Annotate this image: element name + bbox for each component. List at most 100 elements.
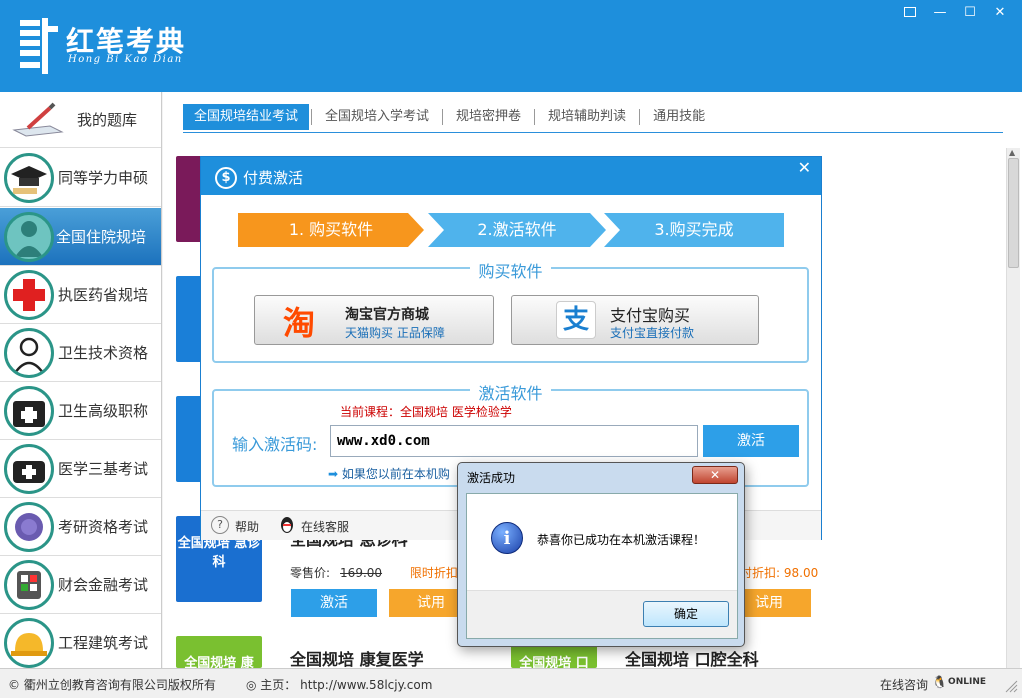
- sidebar-item-health-tech[interactable]: 卫生技术资格: [0, 324, 161, 382]
- sidebar-item-label: 卫生高级职称: [58, 402, 149, 420]
- scroll-thumb[interactable]: [1008, 158, 1019, 268]
- tab-secret-papers[interactable]: 规培密押卷: [445, 104, 532, 130]
- qq-penguin-icon: [281, 517, 293, 533]
- tab-auxiliary-reading[interactable]: 规培辅助判读: [537, 104, 637, 130]
- hint-text: 如果您以前在本机购: [341, 467, 450, 481]
- vertical-scrollbar[interactable]: ▲: [1006, 148, 1020, 668]
- doctor-icon: [4, 212, 54, 262]
- price-label: 零售价:: [290, 566, 331, 580]
- pencil-book-icon: [12, 102, 64, 137]
- ok-button[interactable]: 确定: [643, 601, 729, 627]
- help-icon[interactable]: ?: [211, 516, 229, 534]
- tab-divider: [534, 109, 536, 125]
- sidebar-item-label: 同等学力申硕: [58, 169, 149, 187]
- nurse-icon: [4, 328, 54, 378]
- payment-dialog-header: $ 付费激活 ✕: [201, 157, 821, 195]
- sidebar-item-label: 财会金融考试: [58, 576, 149, 594]
- sidebar-item-label: 卫生技术资格: [58, 344, 149, 362]
- close-button[interactable]: ✕: [988, 4, 1012, 22]
- graduation-cap-icon: [4, 153, 54, 203]
- sidebar-item-label: 工程建筑考试: [58, 634, 149, 652]
- online-consult-link[interactable]: 在线咨询: [880, 676, 928, 693]
- medical-kit-icon: [4, 386, 54, 436]
- alipay-buy-button[interactable]: 支 支付宝购买 支付宝直接付款: [511, 295, 759, 345]
- scroll-up-icon[interactable]: ▲: [1009, 148, 1015, 157]
- hard-hat-icon: [4, 618, 54, 668]
- course-tile-oral[interactable]: 全国规培 口: [511, 644, 597, 671]
- activation-code-label: 输入激活码:: [232, 435, 318, 454]
- tab-graduation-exam[interactable]: 全国规培结业考试: [183, 104, 310, 130]
- calculator-icon: [4, 560, 54, 610]
- taobao-subtitle: 天猫购买 正品保障: [345, 326, 445, 340]
- message-text: 恭喜你已成功在本机激活课程！: [537, 533, 706, 547]
- homepage: ◎ 主页： http://www.58lcjy.com: [246, 676, 432, 693]
- group-legend: 购买软件: [214, 258, 807, 282]
- dropdown-box-icon: [904, 7, 916, 17]
- online-service-link[interactable]: 在线客服: [301, 518, 349, 535]
- course-title: 全国规培 康复医学: [290, 650, 424, 669]
- course-tile-rehab[interactable]: 全国规培 康: [176, 636, 262, 671]
- sidebar-item-senior-title[interactable]: 卫生高级职称: [0, 382, 161, 440]
- discount-label: 限时折扣:: [409, 566, 462, 580]
- sidebar-item-my-questions[interactable]: 我的题库: [0, 92, 161, 148]
- step-buy: 1. 购买软件: [238, 213, 424, 247]
- arrow-right-icon: ➡: [328, 467, 342, 481]
- red-cross-icon: [4, 270, 54, 320]
- tab-divider: [311, 109, 313, 125]
- payment-dialog-close-button[interactable]: ✕: [798, 157, 811, 179]
- tab-divider: [442, 109, 444, 125]
- homepage-link[interactable]: http://www.58lcjy.com: [300, 678, 432, 692]
- sidebar-item-pharmacy[interactable]: 执医药省规培: [0, 266, 161, 324]
- buy-software-heading: 购买软件: [470, 262, 551, 281]
- app-name-en: Hong Bi Kao Dian: [68, 54, 183, 65]
- tab-entrance-exam[interactable]: 全国规培入学考试: [314, 104, 440, 130]
- online-badge[interactable]: 🐧 ONLINE: [930, 673, 986, 691]
- logo-icon: [20, 18, 58, 74]
- sidebar-item-finance[interactable]: 财会金融考试: [0, 556, 161, 614]
- tab-general-skills[interactable]: 通用技能: [642, 104, 716, 130]
- alipay-title: 支付宝购买: [610, 306, 691, 325]
- taobao-title: 淘宝官方商城: [345, 307, 429, 323]
- sidebar-item-postgrad[interactable]: 考研资格考试: [0, 498, 161, 556]
- reactivate-hint[interactable]: ➡ 如果您以前在本机购: [328, 465, 450, 482]
- price-line: 零售价:169.00 限时折扣:9: [290, 564, 470, 581]
- message-box-body: i 恭喜你已成功在本机激活课程！ 确定: [466, 493, 738, 639]
- app-logo: 红笔考典 Hong Bi Kao Dian: [16, 14, 186, 78]
- window-controls: — ☐ ✕: [898, 4, 1012, 22]
- qq-penguin-icon: 🐧: [932, 675, 947, 689]
- help-link[interactable]: 帮助: [235, 518, 259, 535]
- taobao-icon: 淘: [283, 304, 316, 342]
- tab-underline: [183, 132, 1003, 133]
- alipay-subtitle: 支付宝直接付款: [610, 326, 695, 340]
- message-box-content: i 恭喜你已成功在本机激活课程！: [467, 494, 737, 590]
- current-course: 当前课程：全国规培 医学检验学: [340, 405, 512, 419]
- original-price: 169.00: [340, 566, 383, 580]
- message-box-close-button[interactable]: ✕: [692, 466, 738, 484]
- copyright-text: © 衢州立创教育咨询有限公司版权所有: [8, 678, 216, 692]
- success-message-box: 激活成功 ✕ i 恭喜你已成功在本机激活课程！ 确定: [457, 462, 745, 647]
- activate-course-button[interactable]: 激活: [291, 589, 377, 617]
- minimize-button[interactable]: —: [928, 4, 952, 22]
- step-activate: 2.激活软件: [428, 213, 606, 247]
- globe-people-icon: [4, 502, 54, 552]
- activate-button[interactable]: 激活: [703, 425, 799, 457]
- resize-grip-icon[interactable]: [1004, 679, 1018, 693]
- activation-code-input[interactable]: www.xd0.com: [330, 425, 698, 457]
- taobao-buy-button[interactable]: 淘 淘宝官方商城 天猫购买 正品保障: [254, 295, 494, 345]
- sidebar-item-engineering[interactable]: 工程建筑考试: [0, 614, 161, 672]
- window-menu-button[interactable]: [898, 4, 922, 22]
- sidebar-item-equivalent-degree[interactable]: 同等学力申硕: [0, 149, 161, 207]
- buy-software-group: 购买软件 淘 淘宝官方商城 天猫购买 正品保障 支 支付宝购买 支付宝直接付款: [212, 262, 809, 363]
- sidebar-item-residency[interactable]: 全国住院规培: [0, 208, 161, 266]
- alipay-icon: 支: [556, 301, 596, 339]
- sidebar-item-label: 我的题库: [77, 111, 138, 129]
- course-title: 全国规培 口腔全科: [625, 650, 759, 669]
- activate-software-heading: 激活软件: [470, 384, 551, 403]
- category-tabs: 全国规培结业考试 全国规培入学考试 规培密押卷 规培辅助判读 通用技能: [183, 104, 716, 130]
- step-complete: 3.购买完成: [604, 213, 784, 247]
- sidebar-item-medical-basics[interactable]: 医学三基考试: [0, 440, 161, 498]
- tab-divider: [639, 109, 641, 125]
- discount-price: 时折扣: 98.00: [740, 566, 819, 580]
- payment-dialog-title: 付费激活: [243, 169, 304, 187]
- maximize-button[interactable]: ☐: [958, 4, 982, 22]
